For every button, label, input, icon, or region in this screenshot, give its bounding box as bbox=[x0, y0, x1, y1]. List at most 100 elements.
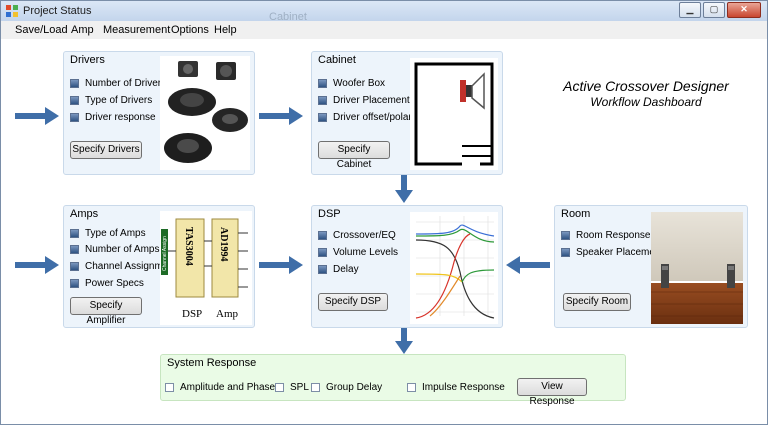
amps-item-number[interactable]: Number of Amps bbox=[70, 244, 159, 255]
dsp-item-crossover[interactable]: Crossover/EQ bbox=[318, 230, 396, 241]
drivers-item-response[interactable]: Driver response bbox=[70, 112, 156, 123]
checkbox-label: Driver Placement bbox=[333, 95, 410, 106]
menu-help[interactable]: Help bbox=[214, 24, 237, 36]
checkbox[interactable] bbox=[275, 383, 284, 392]
background-tab-label: Cabinet bbox=[269, 11, 307, 23]
option-amplitude-phase[interactable]: Amplitude and Phase bbox=[165, 382, 275, 393]
amps-title: Amps bbox=[70, 208, 99, 220]
checkbox[interactable] bbox=[561, 231, 570, 240]
arrow-cabinet-to-dsp-icon bbox=[395, 175, 413, 203]
checkbox[interactable] bbox=[318, 79, 327, 88]
specify-amplifier-button[interactable]: Specify Amplifier bbox=[70, 297, 142, 326]
checkbox-label: Amplitude and Phase bbox=[180, 382, 276, 393]
menu-options[interactable]: Options bbox=[171, 24, 209, 36]
dsp-caption: DSP bbox=[182, 308, 202, 320]
checkbox-label: Number of Amps bbox=[85, 244, 160, 255]
checkbox-label: Woofer Box bbox=[333, 78, 386, 89]
checkbox-label: Number of Drivers bbox=[85, 78, 167, 89]
close-icon: ✕ bbox=[740, 4, 748, 14]
maximize-icon: ▢ bbox=[709, 4, 719, 14]
menu-bar: Save/Load Amp Measurement Options Help bbox=[1, 21, 767, 39]
option-spl[interactable]: SPL bbox=[275, 382, 309, 393]
app-icon bbox=[6, 5, 18, 17]
checkbox-label: Power Specs bbox=[85, 278, 144, 289]
room-item-placement[interactable]: Speaker Placement bbox=[561, 247, 663, 258]
checkbox[interactable] bbox=[70, 113, 79, 122]
dsp-panel: DSP Crossover/EQ Volume Levels Delay Spe… bbox=[311, 205, 503, 328]
checkbox[interactable] bbox=[318, 113, 327, 122]
option-impulse-response[interactable]: Impulse Response bbox=[407, 382, 505, 393]
menu-measurement[interactable]: Measurement bbox=[103, 24, 170, 36]
checkbox[interactable] bbox=[70, 262, 79, 271]
arrow-amps-to-dsp-icon bbox=[259, 256, 303, 274]
app-window: Project Status ▁ ▢ ✕ Save/Load Amp Measu… bbox=[0, 0, 768, 425]
checkbox[interactable] bbox=[318, 231, 327, 240]
arrow-into-drivers-icon bbox=[15, 107, 59, 125]
arrow-into-amps-icon bbox=[15, 256, 59, 274]
checkbox[interactable] bbox=[70, 229, 79, 238]
amps-image: Channel Assign TAS3004 AD1994 DSP Amp bbox=[160, 211, 252, 325]
checkbox[interactable] bbox=[165, 383, 174, 392]
checkbox-label: Volume Levels bbox=[333, 247, 399, 258]
cabinet-item-woofer-box[interactable]: Woofer Box bbox=[318, 78, 385, 89]
minimize-button[interactable]: ▁ bbox=[679, 2, 701, 18]
checkbox-label: Room Response bbox=[576, 230, 651, 241]
drivers-item-type[interactable]: Type of Drivers bbox=[70, 95, 152, 106]
checkbox[interactable] bbox=[70, 79, 79, 88]
cabinet-item-placement[interactable]: Driver Placement bbox=[318, 95, 410, 106]
checkbox[interactable] bbox=[318, 265, 327, 274]
specify-drivers-button[interactable]: Specify Drivers bbox=[70, 141, 142, 159]
checkbox-label: Delay bbox=[333, 264, 359, 275]
arrow-dsp-to-system-icon bbox=[395, 327, 413, 354]
menu-amp[interactable]: Amp bbox=[71, 24, 94, 36]
menu-save-load[interactable]: Save/Load bbox=[15, 24, 68, 36]
checkbox[interactable] bbox=[561, 248, 570, 257]
system-response-panel: System Response Amplitude and Phase SPL … bbox=[160, 354, 626, 407]
amps-item-power[interactable]: Power Specs bbox=[70, 278, 144, 289]
close-button[interactable]: ✕ bbox=[727, 2, 761, 18]
dsp-item-delay[interactable]: Delay bbox=[318, 264, 359, 275]
checkbox[interactable] bbox=[70, 96, 79, 105]
cabinet-title: Cabinet bbox=[318, 54, 356, 66]
cabinet-panel: Cabinet Woofer Box Driver Placement Driv… bbox=[311, 51, 503, 175]
arrow-room-to-dsp-icon bbox=[506, 256, 550, 274]
specify-dsp-button[interactable]: Specify DSP bbox=[318, 293, 388, 311]
maximize-button[interactable]: ▢ bbox=[703, 2, 725, 18]
window-title: Project Status bbox=[23, 5, 92, 17]
checkbox[interactable] bbox=[70, 245, 79, 254]
checkbox-label: Driver offset/polarity bbox=[333, 112, 422, 123]
room-item-response[interactable]: Room Response bbox=[561, 230, 650, 241]
title-bar: Project Status ▁ ▢ ✕ bbox=[1, 1, 767, 22]
system-response-title: System Response bbox=[167, 357, 257, 369]
cabinet-diagram bbox=[410, 58, 498, 170]
specify-cabinet-button[interactable]: Specify Cabinet bbox=[318, 141, 390, 170]
specify-room-button[interactable]: Specify Room bbox=[563, 293, 631, 311]
view-response-button[interactable]: View Response bbox=[517, 378, 587, 407]
checkbox-label: Type of Amps bbox=[85, 228, 146, 239]
drivers-panel: Drivers Number of Drivers Type of Driver… bbox=[63, 51, 255, 175]
checkbox-label: Group Delay bbox=[326, 382, 383, 393]
checkbox[interactable] bbox=[318, 248, 327, 257]
option-group-delay[interactable]: Group Delay bbox=[311, 382, 382, 393]
app-subtitle: Workflow Dashboard bbox=[590, 95, 702, 109]
checkbox-label: Impulse Response bbox=[422, 382, 505, 393]
checkbox-label: Type of Drivers bbox=[85, 95, 153, 106]
checkbox-label: SPL bbox=[290, 382, 309, 393]
checkbox[interactable] bbox=[407, 383, 416, 392]
drivers-item-number[interactable]: Number of Drivers bbox=[70, 78, 166, 89]
checkbox[interactable] bbox=[70, 279, 79, 288]
chip-tas3004-label: TAS3004 bbox=[183, 227, 194, 266]
minimize-icon: ▁ bbox=[686, 4, 694, 14]
dsp-item-volume[interactable]: Volume Levels bbox=[318, 247, 398, 258]
arrow-drivers-to-cabinet-icon bbox=[259, 107, 303, 125]
amps-item-type[interactable]: Type of Amps bbox=[70, 228, 146, 239]
dashboard-heading: Active Crossover Designer Workflow Dashb… bbox=[546, 78, 746, 109]
dsp-title: DSP bbox=[318, 208, 341, 220]
amps-panel: Amps Type of Amps Number of Amps Channel… bbox=[63, 205, 255, 328]
drivers-title: Drivers bbox=[70, 54, 105, 66]
checkbox[interactable] bbox=[311, 383, 320, 392]
app-title: Active Crossover Designer bbox=[563, 78, 729, 94]
checkbox[interactable] bbox=[318, 96, 327, 105]
amp-caption: Amp bbox=[216, 308, 239, 320]
cabinet-item-offset[interactable]: Driver offset/polarity bbox=[318, 112, 422, 123]
